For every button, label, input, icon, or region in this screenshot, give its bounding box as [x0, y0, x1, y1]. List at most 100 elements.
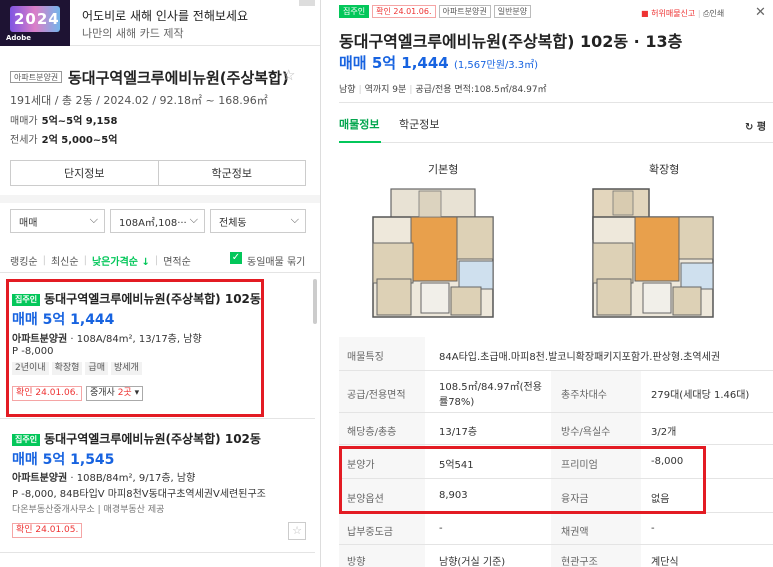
favorite-star-icon[interactable]: ☆: [288, 522, 306, 540]
floorplan-extended-image[interactable]: [587, 183, 717, 323]
close-icon[interactable]: ✕: [755, 5, 766, 20]
deal-type-select[interactable]: 매매 ⌵: [10, 209, 105, 233]
ad-brand: Adobe: [6, 34, 31, 42]
area-select[interactable]: 108A㎡,108··· ⌵: [110, 209, 205, 233]
property-type-tag: 아파트분양권: [438, 5, 491, 18]
deal-type-value: 매매: [19, 217, 38, 229]
same-listing-label: 동일매물 묶기: [247, 257, 306, 268]
detail-tags: 집주인 확인 24.01.06. 아파트분양권 일반분양: [339, 5, 532, 18]
confirm-date-badge: 확인 24.01.06.: [372, 5, 436, 18]
ad-title: 어도비로 새해 인사를 전해보세요: [82, 9, 249, 23]
feature-key: 매물특징: [347, 352, 384, 363]
chevron-down-icon: ⌵: [290, 213, 299, 226]
sale-price-value: 5억~5억 9,158: [41, 116, 118, 127]
list-item-divider: [0, 418, 315, 419]
entrance-value: 계단식: [651, 557, 679, 567]
same-listing-checkbox[interactable]: ✓: [230, 252, 242, 264]
debt-key: 채권액: [561, 527, 589, 538]
meta-area: 공급/전용 면적:108.5㎡/84.97㎡: [415, 85, 547, 95]
sort-divider: |: [154, 255, 159, 266]
floorplan-label-extended: 확장형: [649, 163, 680, 176]
list-item-divider: [0, 552, 315, 553]
listing-title: 집주인 동대구역엘크루에비뉴원(주상복합) 102동: [12, 430, 261, 447]
detail-price-value: 매매 5억 1,444: [339, 54, 449, 72]
sale-price-label: 매매가: [10, 116, 38, 127]
print-button[interactable]: ⎙인쇄: [703, 9, 724, 18]
area-key: 공급/전용면적: [347, 390, 406, 401]
table-row: 매물특징 84A타입.초급매.마피8천.발코니확장패키지포함가.판상형.초역세권: [339, 337, 773, 371]
sort-divider: |: [83, 255, 87, 266]
table-row: 납부중도금 - 채권액 -: [339, 513, 773, 545]
section-divider: [0, 195, 320, 203]
chevron-down-icon: ⌵: [189, 213, 198, 226]
floor-key: 해당층/총층: [347, 427, 397, 438]
ad-thumbnail-text: 2024: [14, 10, 60, 28]
direction-value: 남향(거실 기준): [439, 557, 506, 567]
area-value-line1: 108.5㎡/84.97㎡(전용: [439, 382, 542, 393]
listing-spec: 아파트분양권 · 108B/84m², 9/17층, 남향: [12, 469, 195, 484]
tab-school-info[interactable]: 학군정보: [399, 116, 439, 132]
detail-price: 매매 5억 1,444 (1,567만원/3.3㎡): [339, 52, 538, 73]
complex-summary: 191세대 / 총 2동 / 2024.02 / 92.18㎡ ~ 168.96…: [10, 94, 268, 107]
sort-divider: |: [42, 255, 46, 266]
sort-ranking[interactable]: 랭킹순: [10, 253, 38, 268]
listing-price: 매매 5억 1,545: [12, 452, 115, 468]
table-row: 공급/전용면적 108.5㎡/84.97㎡(전용 률78%) 총주차대수 279…: [339, 371, 773, 413]
report-label: 허위매물신고: [651, 9, 696, 18]
highlight-box: [339, 446, 706, 514]
table-row: 방향 남향(거실 기준) 현관구조 계단식: [339, 545, 773, 567]
detail-tools: ■ 허위매물신고 | ⎙인쇄: [641, 8, 724, 19]
school-info-button[interactable]: 학군정보: [158, 160, 306, 186]
favorite-star-icon[interactable]: ☆: [282, 66, 295, 84]
complex-title: 동대구역엘크루에비뉴원(주상복합): [68, 69, 289, 87]
owner-tag: 집주인: [339, 5, 370, 18]
meta-station: 역까지 9분: [364, 85, 407, 95]
complex-button-row: 단지정보 학군정보: [10, 160, 306, 186]
confirm-date-badge: 확인 24.01.05.: [12, 523, 83, 538]
floorplan-label-basic: 기본형: [428, 163, 459, 176]
floorplan-basic-image[interactable]: [367, 183, 497, 323]
sale-type-tag: 일반분양: [493, 5, 532, 18]
dong-value: 전체동: [219, 217, 247, 229]
area-value-line2: 률78%): [439, 397, 475, 408]
paid-key: 납부중도금: [347, 527, 393, 538]
meta-direction: 남향: [339, 85, 356, 95]
ad-badge: [299, 0, 315, 6]
listing-premium: P -8,000, 84B타입V 마피8천V동대구초역세권V세련된구조: [12, 489, 266, 500]
paid-value: -: [439, 523, 443, 534]
area-toggle-button[interactable]: ↻ 평: [745, 118, 766, 133]
entrance-key: 현관구조: [561, 557, 598, 567]
sort-low-price[interactable]: 낮은가격순 ↓: [92, 253, 150, 268]
rent-price-value: 2억 5,000~5억: [41, 135, 118, 146]
floor-value: 13/17층: [439, 427, 478, 438]
list-scrollbar[interactable]: [313, 279, 317, 324]
rooms-key: 방수/욕실수: [561, 427, 611, 438]
detail-price-per: (1,567만원/3.3㎡): [453, 60, 539, 71]
highlight-box: [6, 279, 264, 417]
sort-latest[interactable]: 최신순: [51, 253, 79, 268]
sale-price-range: 매매가 5억~5억 9,158: [10, 112, 117, 127]
complex-info-button[interactable]: 단지정보: [10, 160, 159, 186]
parking-key: 총주차대수: [561, 390, 607, 401]
listing-title-text: 동대구역엘크루에비뉴원(주상복합) 102동: [44, 432, 261, 446]
ad-subtitle: 나만의 새해 카드 제작: [82, 27, 184, 40]
listing-spec-type: 아파트분양권: [12, 473, 68, 484]
active-tab-underline: [339, 141, 381, 143]
dong-select[interactable]: 전체동 ⌵: [210, 209, 306, 233]
tab-divider: [339, 142, 773, 143]
ad-banner[interactable]: 2024 Adobe 어도비로 새해 인사를 전해보세요 나만의 새해 카드 제…: [0, 0, 320, 46]
complex-type-tag: 아파트분양권: [10, 71, 63, 83]
sort-area[interactable]: 면적순: [163, 253, 191, 268]
area-value: 108A㎡,108···: [119, 217, 187, 229]
parking-value: 279대(세대당 1.46대): [651, 390, 750, 401]
rent-price-label: 전세가: [10, 135, 38, 146]
rooms-value: 3/2개: [651, 427, 677, 438]
report-button[interactable]: ■ 허위매물신고: [641, 9, 695, 18]
feature-value: 84A타입.초급매.마피8천.발코니확장패키지포함가.판상형.초역세권: [439, 352, 721, 363]
print-label: 인쇄: [709, 9, 725, 18]
owner-tag: 집주인: [12, 433, 41, 446]
list-divider: [0, 272, 320, 273]
tab-listing-info[interactable]: 매물정보: [339, 116, 379, 132]
listing-source: 다온부동산중개사무소 | 매경부동산 제공: [12, 505, 165, 515]
table-row: 해당층/총층 13/17층 방수/욕실수 3/2개: [339, 413, 773, 445]
